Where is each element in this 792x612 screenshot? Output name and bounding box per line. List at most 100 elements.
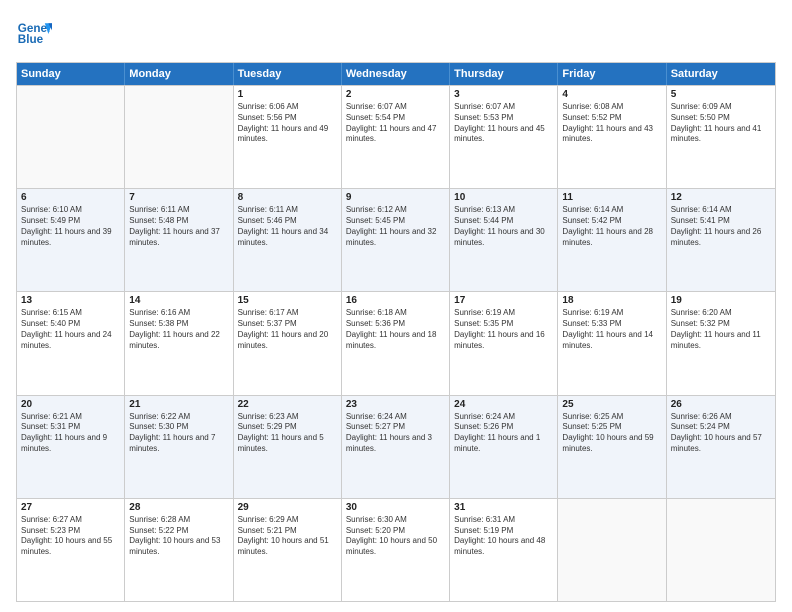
header: General Blue xyxy=(16,16,776,52)
calendar-cell: 15Sunrise: 6:17 AM Sunset: 5:37 PM Dayli… xyxy=(234,292,342,394)
header-day-monday: Monday xyxy=(125,63,233,85)
day-info: Sunrise: 6:06 AM Sunset: 5:56 PM Dayligh… xyxy=(238,102,337,145)
calendar-cell: 24 Sunrise: 6:24 AM Sunset: 5:26 PM Dayli… xyxy=(450,396,558,498)
day-info: Sunrise: 6:20 AM Sunset: 5:32 PM Dayligh… xyxy=(671,308,771,351)
day-number: 22 xyxy=(238,399,337,410)
day-info: Sunrise: 6:08 AM Sunset: 5:52 PM Dayligh… xyxy=(562,102,661,145)
day-info: Sunrise: 6:26 AM Sunset: 5:24 PM Dayligh… xyxy=(671,412,771,455)
calendar-cell xyxy=(667,499,775,601)
day-info: Sunrise: 6:19 AM Sunset: 5:35 PM Dayligh… xyxy=(454,308,553,351)
day-number: 25 xyxy=(562,399,661,410)
calendar-cell: 25 Sunrise: 6:25 AM Sunset: 5:25 PM Dayli… xyxy=(558,396,666,498)
calendar-cell: 12 Sunrise: 6:14 AM Sunset: 5:41 PM Dayli… xyxy=(667,189,775,291)
day-info: Sunrise: 6:14 AM Sunset: 5:41 PM Dayligh… xyxy=(671,205,771,248)
calendar-cell xyxy=(17,86,125,188)
calendar-row-1: 1Sunrise: 6:06 AM Sunset: 5:56 PM Daylig… xyxy=(17,85,775,188)
day-number: 19 xyxy=(671,295,771,306)
day-number: 28 xyxy=(129,502,228,513)
day-info: Sunrise: 6:19 AM Sunset: 5:33 PM Dayligh… xyxy=(562,308,661,351)
day-info: Sunrise: 6:07 AM Sunset: 5:54 PM Dayligh… xyxy=(346,102,445,145)
logo: General Blue xyxy=(16,16,52,52)
page: General Blue SundayMondayTuesdayWednesda… xyxy=(0,0,792,612)
header-day-friday: Friday xyxy=(558,63,666,85)
calendar-cell: 31 Sunrise: 6:31 AM Sunset: 5:19 PM Dayli… xyxy=(450,499,558,601)
day-info: Sunrise: 6:24 AM Sunset: 5:27 PM Dayligh… xyxy=(346,412,445,455)
calendar-cell: 29 Sunrise: 6:29 AM Sunset: 5:21 PM Dayli… xyxy=(234,499,342,601)
day-info: Sunrise: 6:29 AM Sunset: 5:21 PM Dayligh… xyxy=(238,515,337,558)
calendar-cell: 23 Sunrise: 6:24 AM Sunset: 5:27 PM Dayli… xyxy=(342,396,450,498)
header-day-wednesday: Wednesday xyxy=(342,63,450,85)
calendar-cell: 6 Sunrise: 6:10 AM Sunset: 5:49 PM Daylig… xyxy=(17,189,125,291)
day-info: Sunrise: 6:07 AM Sunset: 5:53 PM Dayligh… xyxy=(454,102,553,145)
calendar-cell: 17 Sunrise: 6:19 AM Sunset: 5:35 PM Dayli… xyxy=(450,292,558,394)
calendar-cell: 5Sunrise: 6:09 AM Sunset: 5:50 PM Daylig… xyxy=(667,86,775,188)
day-number: 13 xyxy=(21,295,120,306)
day-number: 12 xyxy=(671,192,771,203)
day-info: Sunrise: 6:12 AM Sunset: 5:45 PM Dayligh… xyxy=(346,205,445,248)
day-number: 24 xyxy=(454,399,553,410)
day-number: 18 xyxy=(562,295,661,306)
calendar-cell: 20 Sunrise: 6:21 AM Sunset: 5:31 PM Dayli… xyxy=(17,396,125,498)
day-info: Sunrise: 6:11 AM Sunset: 5:46 PM Dayligh… xyxy=(238,205,337,248)
day-number: 27 xyxy=(21,502,120,513)
day-info: Sunrise: 6:14 AM Sunset: 5:42 PM Dayligh… xyxy=(562,205,661,248)
day-number: 17 xyxy=(454,295,553,306)
calendar-cell: 13Sunrise: 6:15 AM Sunset: 5:40 PM Dayli… xyxy=(17,292,125,394)
day-number: 30 xyxy=(346,502,445,513)
calendar-cell: 21Sunrise: 6:22 AM Sunset: 5:30 PM Dayli… xyxy=(125,396,233,498)
day-number: 29 xyxy=(238,502,337,513)
calendar-cell: 9 Sunrise: 6:12 AM Sunset: 5:45 PM Daylig… xyxy=(342,189,450,291)
calendar-cell: 4 Sunrise: 6:08 AM Sunset: 5:52 PM Daylig… xyxy=(558,86,666,188)
day-number: 20 xyxy=(21,399,120,410)
calendar-cell: 19 Sunrise: 6:20 AM Sunset: 5:32 PM Dayli… xyxy=(667,292,775,394)
header-day-thursday: Thursday xyxy=(450,63,558,85)
calendar-cell: 26 Sunrise: 6:26 AM Sunset: 5:24 PM Dayli… xyxy=(667,396,775,498)
calendar-row-5: 27Sunrise: 6:27 AM Sunset: 5:23 PM Dayli… xyxy=(17,498,775,601)
day-info: Sunrise: 6:21 AM Sunset: 5:31 PM Dayligh… xyxy=(21,412,120,455)
day-info: Sunrise: 6:30 AM Sunset: 5:20 PM Dayligh… xyxy=(346,515,445,558)
day-info: Sunrise: 6:25 AM Sunset: 5:25 PM Dayligh… xyxy=(562,412,661,455)
calendar: SundayMondayTuesdayWednesdayThursdayFrid… xyxy=(16,62,776,602)
day-number: 7 xyxy=(129,192,228,203)
day-info: Sunrise: 6:16 AM Sunset: 5:38 PM Dayligh… xyxy=(129,308,228,351)
calendar-row-2: 6 Sunrise: 6:10 AM Sunset: 5:49 PM Daylig… xyxy=(17,188,775,291)
calendar-cell: 2Sunrise: 6:07 AM Sunset: 5:54 PM Daylig… xyxy=(342,86,450,188)
day-number: 5 xyxy=(671,89,771,100)
calendar-cell: 1Sunrise: 6:06 AM Sunset: 5:56 PM Daylig… xyxy=(234,86,342,188)
day-info: Sunrise: 6:22 AM Sunset: 5:30 PM Dayligh… xyxy=(129,412,228,455)
day-number: 9 xyxy=(346,192,445,203)
day-info: Sunrise: 6:24 AM Sunset: 5:26 PM Dayligh… xyxy=(454,412,553,455)
day-number: 6 xyxy=(21,192,120,203)
calendar-row-3: 13Sunrise: 6:15 AM Sunset: 5:40 PM Dayli… xyxy=(17,291,775,394)
day-number: 16 xyxy=(346,295,445,306)
day-number: 3 xyxy=(454,89,553,100)
calendar-cell xyxy=(558,499,666,601)
day-info: Sunrise: 6:11 AM Sunset: 5:48 PM Dayligh… xyxy=(129,205,228,248)
day-number: 8 xyxy=(238,192,337,203)
day-info: Sunrise: 6:18 AM Sunset: 5:36 PM Dayligh… xyxy=(346,308,445,351)
day-number: 11 xyxy=(562,192,661,203)
day-number: 31 xyxy=(454,502,553,513)
calendar-cell: 8 Sunrise: 6:11 AM Sunset: 5:46 PM Daylig… xyxy=(234,189,342,291)
calendar-cell: 3 Sunrise: 6:07 AM Sunset: 5:53 PM Daylig… xyxy=(450,86,558,188)
calendar-cell: 16 Sunrise: 6:18 AM Sunset: 5:36 PM Dayli… xyxy=(342,292,450,394)
day-info: Sunrise: 6:10 AM Sunset: 5:49 PM Dayligh… xyxy=(21,205,120,248)
calendar-cell xyxy=(125,86,233,188)
day-number: 14 xyxy=(129,295,228,306)
day-number: 26 xyxy=(671,399,771,410)
calendar-header: SundayMondayTuesdayWednesdayThursdayFrid… xyxy=(17,63,775,85)
calendar-body: 1Sunrise: 6:06 AM Sunset: 5:56 PM Daylig… xyxy=(17,85,775,601)
header-day-sunday: Sunday xyxy=(17,63,125,85)
logo-icon: General Blue xyxy=(16,16,52,52)
calendar-cell: 30 Sunrise: 6:30 AM Sunset: 5:20 PM Dayli… xyxy=(342,499,450,601)
day-info: Sunrise: 6:23 AM Sunset: 5:29 PM Dayligh… xyxy=(238,412,337,455)
calendar-cell: 14 Sunrise: 6:16 AM Sunset: 5:38 PM Dayli… xyxy=(125,292,233,394)
day-info: Sunrise: 6:31 AM Sunset: 5:19 PM Dayligh… xyxy=(454,515,553,558)
header-day-tuesday: Tuesday xyxy=(234,63,342,85)
calendar-row-4: 20 Sunrise: 6:21 AM Sunset: 5:31 PM Dayli… xyxy=(17,395,775,498)
day-number: 4 xyxy=(562,89,661,100)
day-number: 23 xyxy=(346,399,445,410)
day-info: Sunrise: 6:13 AM Sunset: 5:44 PM Dayligh… xyxy=(454,205,553,248)
calendar-cell: 22 Sunrise: 6:23 AM Sunset: 5:29 PM Dayli… xyxy=(234,396,342,498)
calendar-cell: 7 Sunrise: 6:11 AM Sunset: 5:48 PM Daylig… xyxy=(125,189,233,291)
